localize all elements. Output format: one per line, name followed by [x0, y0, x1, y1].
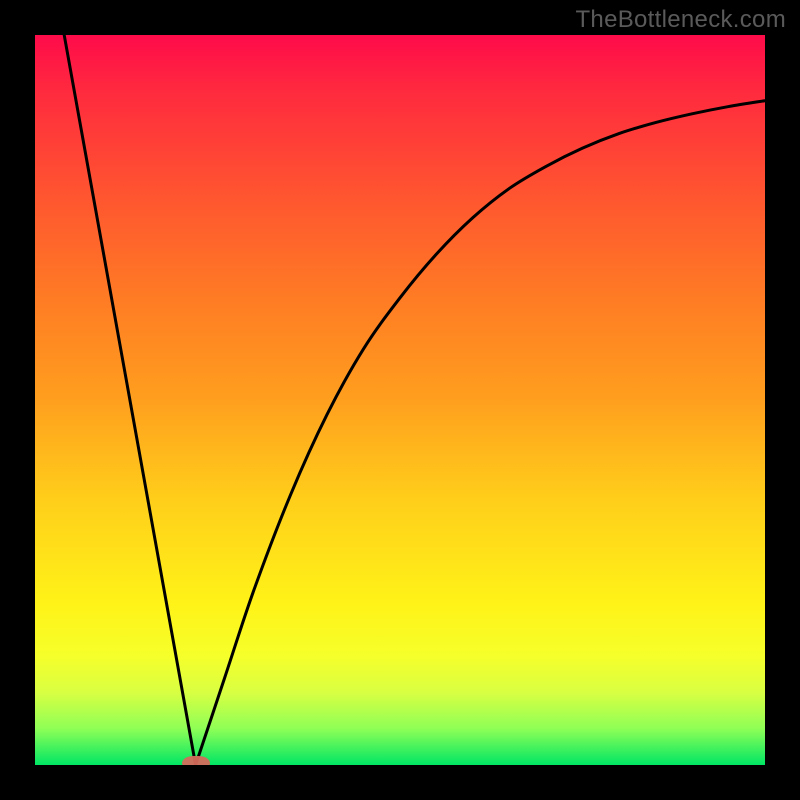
chart-frame: { "watermark": "TheBottleneck.com", "col… — [0, 0, 800, 800]
bottleneck-curve — [35, 35, 765, 765]
plot-area — [35, 35, 765, 765]
curve-path — [64, 35, 765, 765]
watermark-text: TheBottleneck.com — [575, 6, 786, 34]
minimum-marker-dot — [182, 756, 210, 765]
